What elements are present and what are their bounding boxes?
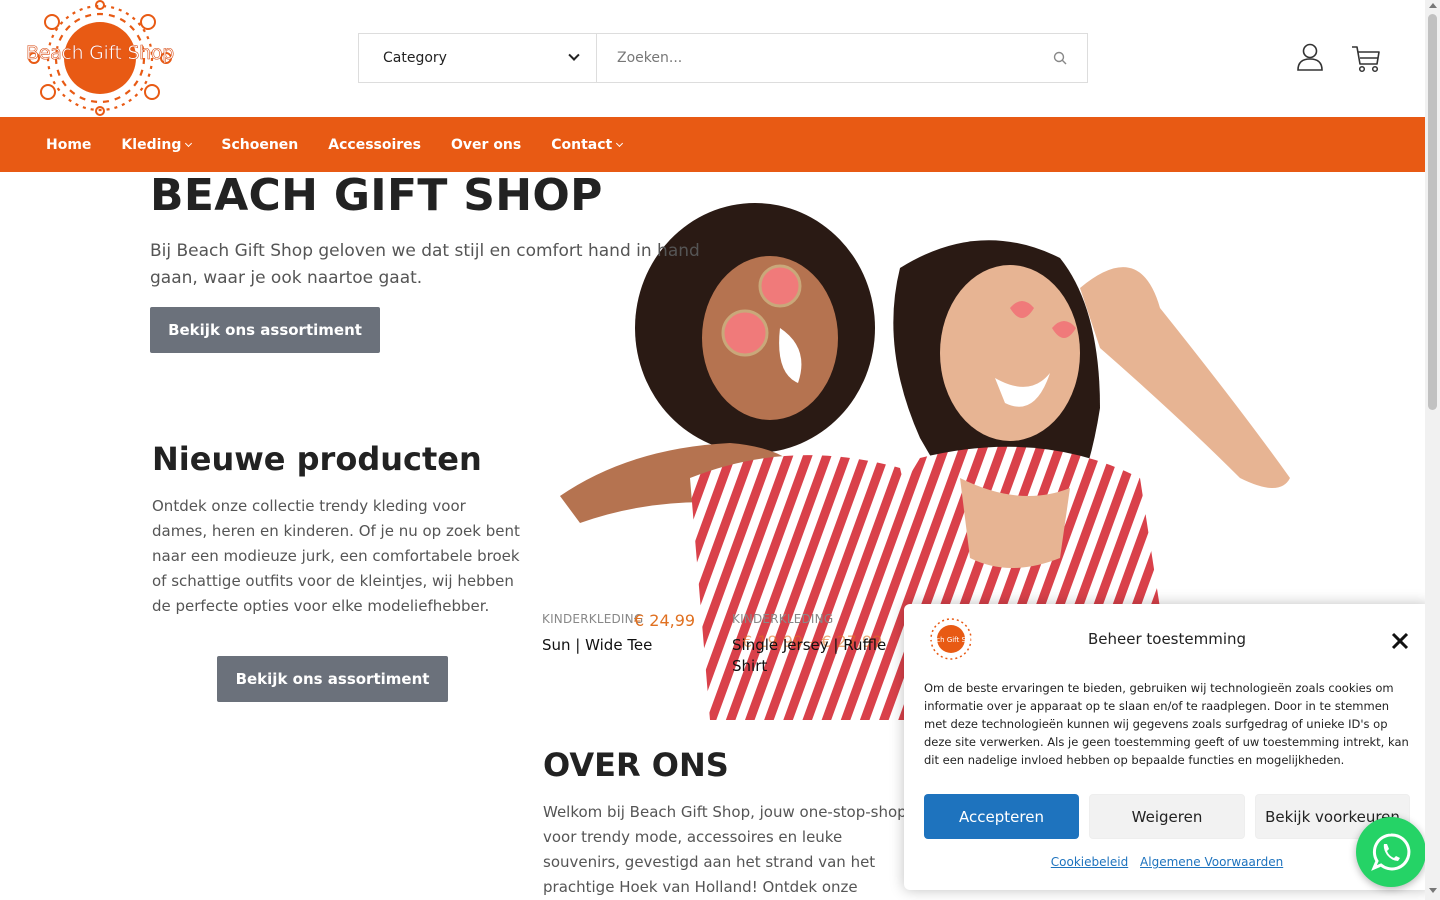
cart-icon[interactable]: [1351, 44, 1381, 74]
nav-item-contact[interactable]: Contact: [551, 136, 624, 153]
nav-item-label: Schoenen: [221, 136, 299, 153]
nav-item-schoenen[interactable]: Schoenen: [221, 137, 298, 153]
product-price: € 24,99: [634, 611, 696, 630]
site-logo[interactable]: Beach Gift Shop: [22, 0, 178, 116]
logo-text: Beach Gift Shop: [25, 42, 175, 65]
nav-item-label: Accessoires: [328, 136, 422, 153]
scroll-down-arrow-icon[interactable]: [1429, 888, 1437, 893]
cookie-text: Om de beste ervaringen te bieden, gebrui…: [924, 681, 1409, 767]
main-navigation: Home Kleding Schoenen Accessoires Over o…: [0, 117, 1425, 172]
product-card[interactable]: KINDERKLEDING € 19,99 – € 27,99 Single J…: [732, 612, 897, 677]
cookie-links: Cookiebeleid Algemene Voorwaarden: [904, 855, 1430, 869]
hero-text: Bij Beach Gift Shop geloven we dat stijl…: [150, 241, 700, 288]
nav-item-over-ons[interactable]: Over ons: [451, 137, 521, 153]
scroll-up-arrow-icon[interactable]: [1429, 3, 1437, 8]
about-title: OVER ONS: [543, 746, 729, 784]
scrollbar[interactable]: [1425, 0, 1440, 900]
nav-item-home[interactable]: Home: [46, 137, 91, 153]
nav-item-label: Home: [46, 136, 92, 153]
close-icon[interactable]: [1390, 631, 1410, 651]
whatsapp-icon: [1371, 833, 1411, 871]
hero-assortment-button[interactable]: Bekijk ons assortiment: [150, 307, 380, 353]
search-bar: Category: [358, 33, 1088, 83]
about-text: Welkom bij Beach Gift Shop, jouw one-sto…: [543, 803, 907, 896]
product-category: KINDERKLEDING: [732, 612, 834, 626]
search-input[interactable]: [597, 34, 1033, 82]
search-icon: [1053, 51, 1067, 65]
cookie-policy-link[interactable]: Cookiebeleid: [1051, 855, 1128, 869]
nav-item-label: Kleding: [121, 136, 182, 153]
search-button[interactable]: [1033, 34, 1087, 82]
terms-link[interactable]: Algemene Voorwaarden: [1140, 855, 1283, 869]
new-products-title: Nieuwe producten: [152, 440, 482, 478]
product-card[interactable]: KINDERKLEDING € 24,99 Sun | Wide Tee: [542, 611, 712, 656]
category-select-label: Category: [383, 50, 447, 66]
chevron-down-icon: [616, 139, 624, 147]
category-select[interactable]: Category: [359, 34, 597, 82]
new-products-text: Ontdek onze collectie trendy kleding voo…: [152, 497, 520, 615]
accept-button[interactable]: Accepteren: [924, 794, 1079, 839]
nav-item-label: Contact: [551, 136, 613, 153]
product-name[interactable]: Single Jersey | Ruffle Shirt: [732, 635, 897, 677]
product-name[interactable]: Sun | Wide Tee: [542, 635, 712, 656]
new-products-assortment-button[interactable]: Bekijk ons assortiment: [217, 656, 448, 702]
hero-title: BEACH GIFT SHOP: [150, 170, 603, 221]
chevron-down-icon: [568, 49, 580, 61]
scrollbar-thumb[interactable]: [1428, 14, 1437, 410]
nav-item-label: Over ons: [451, 136, 522, 153]
nav-item-kleding[interactable]: Kleding: [121, 136, 193, 153]
cookie-title: Beheer toestemming: [1087, 630, 1247, 648]
chevron-down-icon: [185, 139, 193, 147]
site-header: Beach Gift Shop Category: [0, 0, 1425, 117]
nav-item-accessoires[interactable]: Accessoires: [328, 137, 421, 153]
whatsapp-button[interactable]: [1356, 817, 1426, 887]
deny-button[interactable]: Weigeren: [1089, 794, 1245, 839]
account-icon[interactable]: [1296, 43, 1324, 71]
cookie-consent-dialog: Beach Gift Shop Beheer toestemming Om de…: [904, 604, 1430, 890]
